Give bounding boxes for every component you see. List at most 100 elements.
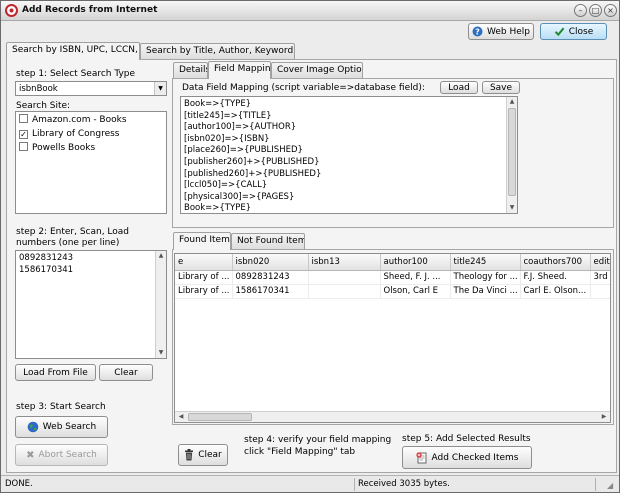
- column-header[interactable]: isbn020: [232, 254, 309, 271]
- tab-field-mapping[interactable]: Field Mapping: [208, 61, 271, 79]
- tab-cover-image-options[interactable]: Cover Image Options: [271, 62, 363, 79]
- mapping-editor[interactable]: Book=>{TYPE} [title245]=>{TITLE} [author…: [180, 96, 518, 214]
- web-help-button[interactable]: ? Web Help: [468, 23, 534, 40]
- trash-icon: [185, 449, 194, 461]
- status-bar: DONE. Received 3035 bytes. ◢: [1, 475, 619, 492]
- column-header[interactable]: title245: [450, 254, 521, 271]
- abort-search-button[interactable]: ✖ Abort Search: [15, 444, 108, 466]
- load-from-file-button[interactable]: Load From File: [15, 364, 96, 381]
- scroll-up-icon[interactable]: ▲: [507, 97, 517, 107]
- clear-numbers-button[interactable]: Clear: [99, 364, 153, 381]
- tab-label: Cover Image Options: [277, 65, 363, 75]
- checkbox-library-of-congress[interactable]: ✓: [19, 130, 28, 139]
- site-label: Amazon.com - Books: [32, 115, 127, 125]
- window-title: Add Records from Internet: [22, 5, 158, 15]
- table-cell: Sheed, F. J. ...: [380, 270, 451, 285]
- tab-label: Not Found Items: [237, 236, 305, 246]
- chevron-down-icon[interactable]: ▼: [154, 82, 166, 95]
- site-item-amazon[interactable]: Amazon.com - Books: [16, 113, 166, 127]
- tab-found-items[interactable]: Found Items: [173, 232, 231, 250]
- table-cell: [590, 284, 610, 299]
- abort-icon: ✖: [26, 449, 35, 461]
- abort-search-label: Abort Search: [38, 450, 97, 460]
- results-hscrollbar[interactable]: ◀ ▶: [175, 411, 610, 422]
- step2-label-line1: step 2: Enter, Scan, Load: [16, 227, 130, 237]
- title-bar[interactable]: Add Records from Internet – □ ×: [1, 1, 619, 21]
- column-header[interactable]: author100: [380, 254, 451, 271]
- add-record-icon: [415, 451, 427, 463]
- table-cell: Carl E. Olson...: [520, 284, 591, 299]
- site-item-powells[interactable]: Powells Books: [16, 141, 166, 155]
- mapping-line: [physical300]=>{PAGES}: [184, 191, 295, 202]
- table-cell: 0892831243: [232, 270, 309, 285]
- close-window-icon[interactable]: ×: [604, 4, 617, 17]
- clear-label: Clear: [114, 367, 138, 378]
- tab-label: Field Mapping: [214, 64, 271, 74]
- minimize-icon[interactable]: –: [574, 4, 587, 17]
- column-header[interactable]: e: [175, 254, 233, 271]
- table-cell: Olson, Carl E: [380, 284, 451, 299]
- main-window: Add Records from Internet – □ × ? Web He…: [0, 0, 620, 493]
- tab-label: Details: [179, 65, 208, 75]
- column-header[interactable]: editi: [590, 254, 610, 271]
- table-cell: F.J. Sheed.: [520, 270, 591, 285]
- number-line: 0892831243: [19, 253, 74, 263]
- mapping-line: [publisher260]+>{PUBLISHED}: [184, 156, 320, 167]
- table-cell: 3rd: [590, 270, 610, 285]
- status-text: DONE.: [5, 479, 33, 489]
- mapping-scrollbar[interactable]: ▲ ▼: [506, 97, 517, 213]
- table-row[interactable]: Library of ... 0892831243 Sheed, F. J. .…: [175, 270, 610, 285]
- column-header[interactable]: coauthors700: [520, 254, 591, 271]
- tab-label: Found Items: [179, 235, 231, 245]
- mapping-line: [published260]+>{PUBLISHED}: [184, 168, 322, 179]
- svg-text:?: ?: [475, 28, 480, 37]
- scroll-thumb[interactable]: [508, 108, 516, 196]
- mapping-line: Book=>{TYPE}: [184, 203, 252, 214]
- mapping-line: [title245]=>{TITLE}: [184, 110, 272, 121]
- close-button[interactable]: Close: [540, 23, 607, 40]
- save-mapping-button[interactable]: Save: [482, 81, 520, 94]
- table-cell: Theology for ...: [450, 270, 521, 285]
- scroll-down-icon[interactable]: ▼: [507, 203, 517, 213]
- numbers-textarea[interactable]: 0892831243 1586170341 ▲ ▼: [15, 250, 167, 359]
- mapping-line: [author100]=>{AUTHOR}: [184, 122, 297, 133]
- mapping-line: [lccl050]=>{CALL}: [184, 180, 268, 191]
- checkbox-amazon[interactable]: [19, 114, 28, 123]
- scroll-thumb[interactable]: [188, 413, 252, 421]
- table-cell: 1586170341: [232, 284, 309, 299]
- mapping-title: Data Field Mapping (script variable=>dat…: [182, 83, 425, 93]
- scroll-up-icon[interactable]: ▲: [156, 251, 166, 261]
- site-item-library-of-congress[interactable]: ✓ Library of Congress: [16, 127, 166, 141]
- add-checked-items-button[interactable]: Add Checked Items: [402, 446, 532, 469]
- site-label: Powells Books: [32, 143, 96, 153]
- web-search-label: Web Search: [42, 422, 97, 432]
- scroll-left-icon[interactable]: ◀: [176, 412, 186, 422]
- mapping-line: [isbn020]=>{ISBN}: [184, 133, 270, 144]
- tab-search-by-title[interactable]: Search by Title, Author, Keyword, ...: [140, 43, 295, 60]
- resize-grip-icon[interactable]: ◢: [607, 481, 616, 490]
- table-row[interactable]: Library of ... 1586170341 Olson, Carl E …: [175, 284, 610, 299]
- tab-not-found-items[interactable]: Not Found Items: [231, 233, 305, 250]
- checkbox-powells[interactable]: [19, 142, 28, 151]
- search-type-select[interactable]: isbnBook ▼: [15, 81, 167, 96]
- results-grid[interactable]: e isbn020 isbn13 author100 title245 coau…: [174, 253, 611, 423]
- status-bytes: Received 3035 bytes.: [358, 479, 450, 489]
- web-search-button[interactable]: Web Search: [15, 416, 108, 438]
- maximize-icon[interactable]: □: [589, 4, 602, 17]
- search-type-value: isbnBook: [19, 84, 58, 94]
- search-site-list[interactable]: Amazon.com - Books ✓ Library of Congress …: [15, 111, 167, 214]
- scroll-down-icon[interactable]: ▼: [156, 348, 166, 358]
- scroll-right-icon[interactable]: ▶: [599, 412, 609, 422]
- clear-results-label: Clear: [198, 450, 222, 460]
- load-mapping-button[interactable]: Load: [440, 81, 478, 94]
- tab-details[interactable]: Details: [173, 62, 208, 79]
- tab-label: Search by ISBN, UPC, LCCN, ...: [12, 45, 140, 55]
- table-cell: [308, 284, 381, 299]
- tab-search-by-isbn[interactable]: Search by ISBN, UPC, LCCN, ...: [6, 42, 140, 60]
- load-from-file-label: Load From File: [23, 367, 88, 378]
- column-header[interactable]: isbn13: [308, 254, 381, 271]
- clear-results-button[interactable]: Clear: [178, 444, 228, 466]
- numbers-scrollbar[interactable]: ▲ ▼: [155, 251, 166, 358]
- globe-icon: [27, 421, 39, 433]
- tab-label: Search by Title, Author, Keyword, ...: [146, 46, 295, 56]
